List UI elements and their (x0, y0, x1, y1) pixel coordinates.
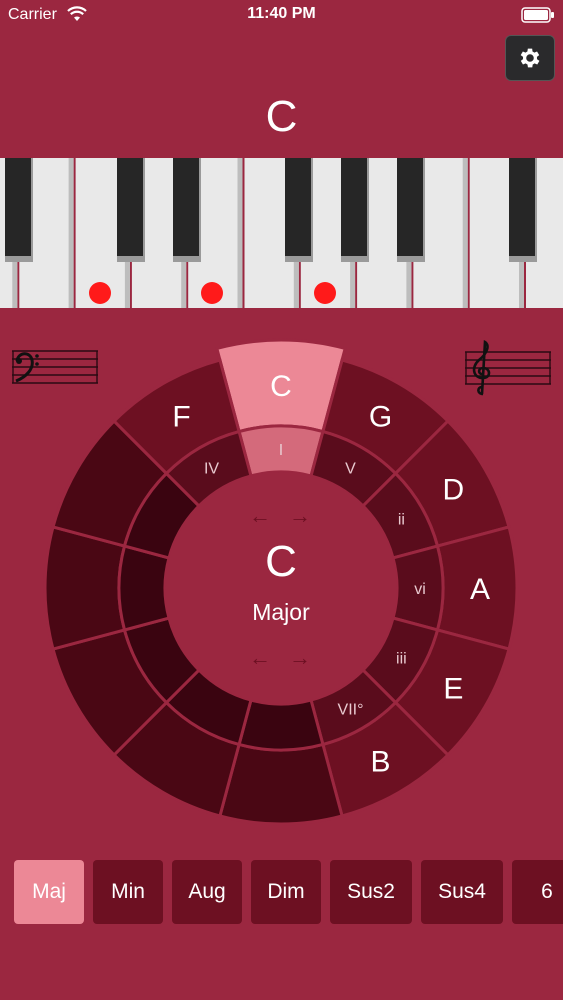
chord-type-button-min[interactable]: Min (93, 860, 163, 924)
key-label: A (470, 573, 490, 606)
next-root-arrow-icon[interactable]: → (289, 503, 311, 528)
key-segment[interactable] (218, 742, 344, 826)
circle-of-fifths-wheel[interactable]: C I G V Dii Avi Eiii B VII° F IV ← → C Major ← → (0, 320, 563, 840)
settings-button[interactable] (505, 35, 555, 81)
white-key-shade (68, 158, 74, 308)
degree-label: I (279, 442, 283, 459)
key-segment[interactable] (43, 525, 127, 651)
chord-type-button-sus2[interactable]: Sus2 (330, 860, 412, 924)
key-label: C (270, 370, 292, 403)
black-key[interactable] (5, 158, 31, 256)
center-quality-label: Major (252, 599, 310, 625)
status-bar: Carrier 11:40 PM (0, 0, 563, 30)
degree-label: vi (414, 581, 426, 598)
degree-label: iii (396, 651, 407, 668)
piano-keyboard[interactable] (0, 158, 563, 310)
chord-type-button-dim[interactable]: Dim (251, 860, 321, 924)
gear-icon (520, 48, 540, 68)
note-dot (201, 282, 223, 304)
prev-root-arrow-icon[interactable]: ← (249, 503, 271, 528)
degree-label: VII° (338, 701, 364, 718)
prev-quality-arrow-icon[interactable]: ← (249, 645, 271, 670)
black-key[interactable] (285, 158, 311, 256)
key-label: D (443, 474, 465, 507)
key-label: G (369, 401, 392, 434)
chord-type-button-maj[interactable]: Maj (14, 860, 84, 924)
black-key[interactable] (117, 158, 143, 256)
white-key-shade (462, 158, 468, 308)
key-label: E (443, 673, 463, 706)
degree-segment[interactable] (117, 544, 171, 632)
key-label: F (172, 401, 190, 434)
chord-title: C (265, 92, 298, 141)
status-time: 11:40 PM (247, 5, 316, 22)
black-key[interactable] (173, 158, 199, 256)
black-key[interactable] (341, 158, 367, 256)
key-label: B (370, 745, 390, 778)
degree-label: V (345, 461, 356, 478)
chord-type-button-6[interactable]: 6 (512, 860, 563, 924)
chord-type-selector: Maj Min Aug Dim Sus2 Sus4 6 (14, 860, 563, 924)
black-key[interactable] (509, 158, 535, 256)
chord-type-button-aug[interactable]: Aug (172, 860, 242, 924)
center-root-label: C (265, 537, 297, 586)
note-dot (314, 282, 336, 304)
note-dot (89, 282, 111, 304)
degree-segment[interactable] (237, 698, 325, 752)
next-quality-arrow-icon[interactable]: → (289, 645, 311, 670)
battery-icon (521, 7, 554, 23)
degree-label: IV (204, 461, 219, 478)
black-key[interactable] (397, 158, 423, 256)
degree-label: ii (398, 512, 405, 529)
white-key-shade (237, 158, 243, 308)
center-disc (165, 472, 397, 704)
chord-type-button-sus4[interactable]: Sus4 (421, 860, 503, 924)
